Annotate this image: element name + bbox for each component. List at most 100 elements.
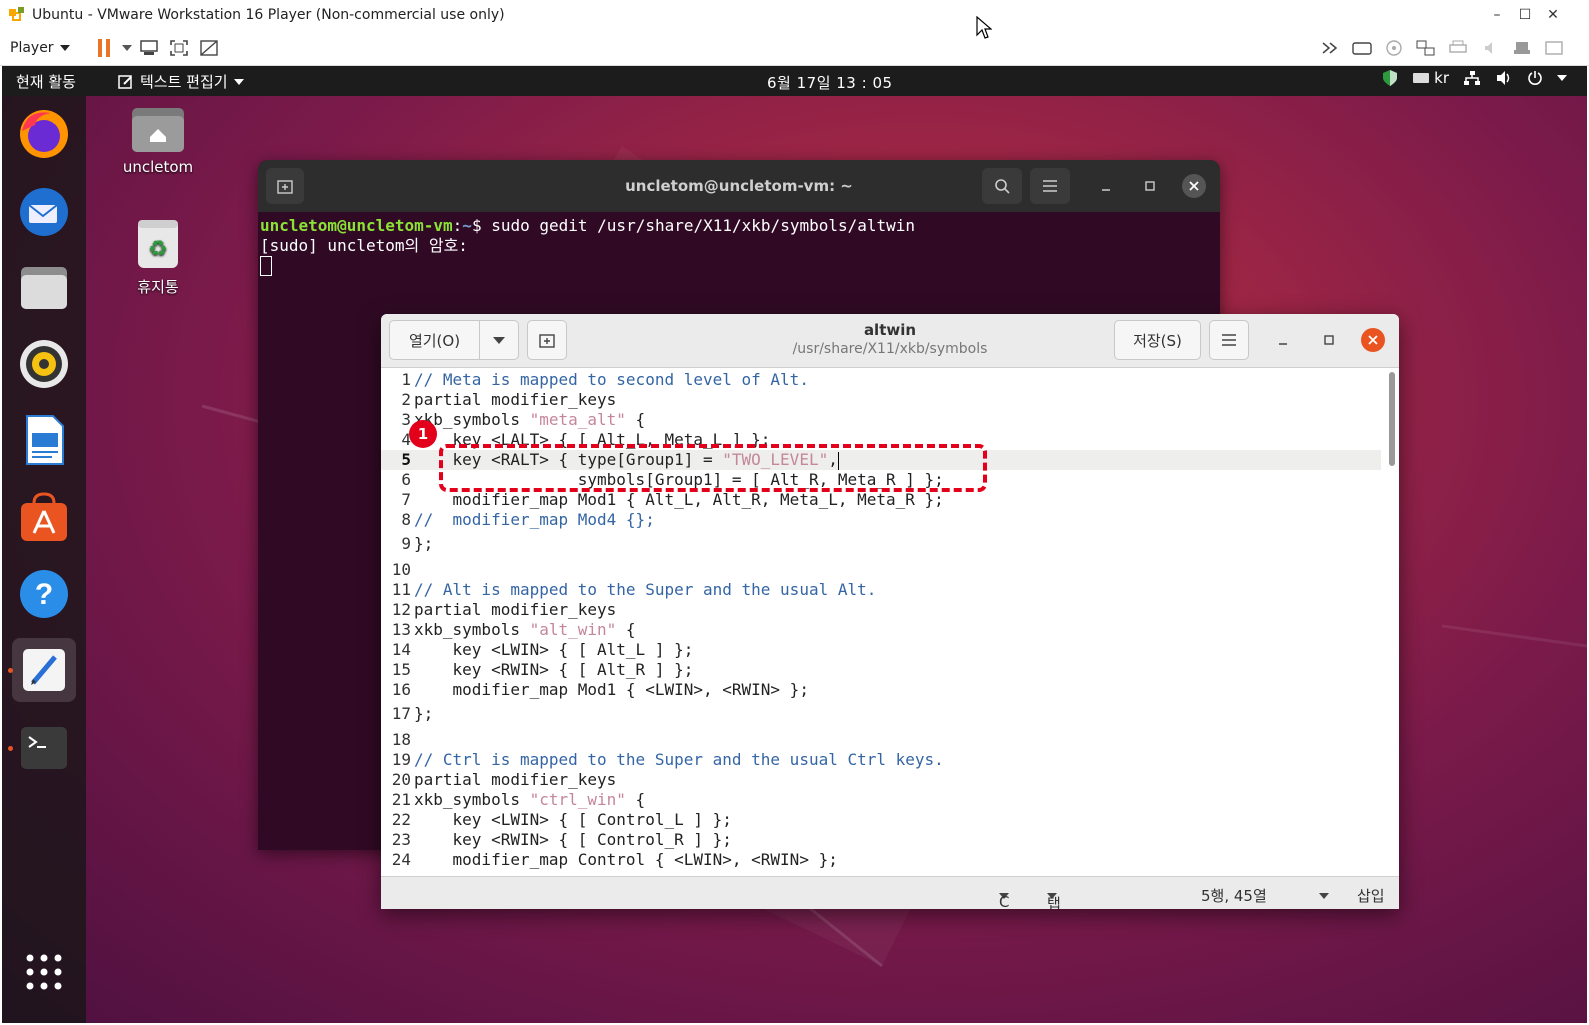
- open-dropdown-button[interactable]: [479, 320, 519, 360]
- code-line[interactable]: 16 modifier_map Mod1 { <LWIN>, <RWIN> };: [381, 680, 1381, 700]
- terminal-menu-button[interactable]: [1030, 168, 1070, 204]
- line-text: key <RALT> { type[Group1] = "TWO_LEVEL",: [411, 450, 839, 470]
- new-tab-button[interactable]: [527, 320, 567, 360]
- text-editor-launcher[interactable]: [8, 638, 76, 702]
- files-launcher[interactable]: [12, 256, 76, 320]
- system-tray[interactable]: kr: [1382, 69, 1567, 87]
- shield-icon[interactable]: [1382, 69, 1398, 87]
- code-line[interactable]: 21 xkb_symbols "ctrl_win" {: [381, 790, 1381, 810]
- gedit-close-button[interactable]: [1361, 328, 1385, 352]
- show-apps-button[interactable]: [12, 940, 76, 1004]
- clock[interactable]: 6월 17일 13 : 05: [767, 72, 893, 93]
- vmware-close-button[interactable]: ✕: [1539, 0, 1567, 30]
- chevron-down-icon[interactable]: [1557, 75, 1567, 81]
- software-launcher[interactable]: [12, 486, 76, 550]
- forward-icon[interactable]: [1315, 33, 1345, 63]
- vmware-minimize-button[interactable]: –: [1483, 0, 1511, 30]
- activities-button[interactable]: 현재 활동: [16, 71, 76, 92]
- tab-width-selector[interactable]: 탭 너비: 8: [1047, 885, 1061, 909]
- code-line[interactable]: 4 key <LALT> { [ Alt_L, Meta_L ] };: [381, 430, 1381, 450]
- save-button[interactable]: 저장(S): [1114, 320, 1201, 360]
- usb-icon[interactable]: [1507, 33, 1537, 63]
- thunderbird-launcher[interactable]: [12, 180, 76, 244]
- chevron-down-icon[interactable]: [120, 33, 134, 63]
- close-icon: [1189, 181, 1199, 191]
- desktop-trash[interactable]: ♻ 휴지통: [113, 216, 203, 297]
- help-launcher[interactable]: ?: [12, 562, 76, 626]
- terminal-minimize-button[interactable]: [1094, 174, 1118, 198]
- code-line[interactable]: 7 modifier_map Mod1 { Alt_L, Alt_R, Meta…: [381, 490, 1381, 510]
- vmware-maximize-button[interactable]: ☐: [1511, 0, 1539, 30]
- step-marker: 1: [409, 420, 437, 448]
- code-line[interactable]: 13 xkb_symbols "alt_win" {: [381, 620, 1381, 640]
- code-token: symbols[Group1] = [ Alt_R, Meta_R ] };: [414, 470, 944, 489]
- gedit-minimize-button[interactable]: [1271, 328, 1295, 352]
- code-line[interactable]: 10: [381, 560, 1381, 580]
- open-button[interactable]: 열기(O): [389, 320, 480, 360]
- editor-scrollbar[interactable]: [1389, 372, 1395, 466]
- code-line[interactable]: 6 symbols[Group1] = [ Alt_R, Meta_R ] };: [381, 470, 1381, 490]
- keyboard-layout[interactable]: kr: [1412, 69, 1449, 87]
- menu-button[interactable]: [1209, 320, 1249, 360]
- code-line[interactable]: 11// Alt is mapped to the Super and the …: [381, 580, 1381, 600]
- line-number: 20: [391, 770, 411, 789]
- code-line[interactable]: 24 modifier_map Control { <LWIN>, <RWIN>…: [381, 850, 1381, 870]
- code-line[interactable]: 8// modifier_map Mod4 {};: [381, 510, 1381, 530]
- code-editor[interactable]: 1// Meta is mapped to second level of Al…: [381, 368, 1381, 876]
- code-line[interactable]: 12 partial modifier_keys: [381, 600, 1381, 620]
- hamburger-icon: [1043, 180, 1057, 192]
- network-icon[interactable]: [1411, 33, 1441, 63]
- vm-display[interactable]: 현재 활동 텍스트 편집기 6월 17일 13 : 05 kr ? unclet…: [2, 66, 1587, 1023]
- code-line[interactable]: 22 key <LWIN> { [ Control_L ] };: [381, 810, 1381, 830]
- power-icon[interactable]: [1527, 70, 1543, 86]
- display-icon[interactable]: [1539, 33, 1569, 63]
- dock: ?: [2, 96, 86, 1023]
- sound-icon[interactable]: [1475, 33, 1505, 63]
- volume-icon[interactable]: [1495, 70, 1513, 86]
- line-number: 3: [401, 410, 411, 429]
- gedit-maximize-button[interactable]: [1317, 328, 1341, 352]
- position-dropdown[interactable]: [1319, 885, 1329, 903]
- line-number: 8: [401, 510, 411, 529]
- terminal-search-button[interactable]: [982, 168, 1022, 204]
- code-line[interactable]: 18: [381, 730, 1381, 750]
- code-line[interactable]: 1// Meta is mapped to second level of Al…: [381, 370, 1381, 390]
- writer-launcher[interactable]: [12, 408, 76, 472]
- terminal-close-button[interactable]: [1182, 174, 1206, 198]
- fullscreen-icon[interactable]: [164, 33, 194, 63]
- code-line[interactable]: 14 key <LWIN> { [ Alt_L ] };: [381, 640, 1381, 660]
- line-text: key <RWIN> { [ Alt_R ] };: [411, 660, 694, 680]
- desktop-home-folder[interactable]: uncletom: [113, 104, 203, 176]
- removable-device-icon[interactable]: [1347, 33, 1377, 63]
- pause-icon[interactable]: [90, 33, 120, 63]
- code-line[interactable]: 23 key <RWIN> { [ Control_R ] };: [381, 830, 1381, 850]
- terminal-launcher[interactable]: [8, 716, 76, 780]
- terminal-title: uncletom@uncletom-vm: ~: [625, 177, 853, 195]
- code-line[interactable]: 20 partial modifier_keys: [381, 770, 1381, 790]
- network-icon[interactable]: [1463, 70, 1481, 86]
- code-line[interactable]: 9};: [381, 534, 1381, 554]
- gedit-window[interactable]: 열기(O) altwin /usr/share/X11/xkb/symbols …: [381, 314, 1399, 909]
- code-line[interactable]: 19// Ctrl is mapped to the Super and the…: [381, 750, 1381, 770]
- cd-icon[interactable]: [1379, 33, 1409, 63]
- printer-icon[interactable]: [1443, 33, 1473, 63]
- send-ctrl-alt-del-icon[interactable]: [134, 33, 164, 63]
- player-menu[interactable]: Player: [10, 40, 70, 56]
- rhythmbox-launcher[interactable]: [12, 332, 76, 396]
- terminal-maximize-button[interactable]: [1138, 174, 1162, 198]
- vmware-window-title: Ubuntu - VMware Workstation 16 Player (N…: [32, 7, 505, 23]
- code-line[interactable]: 2 partial modifier_keys: [381, 390, 1381, 410]
- language-selector[interactable]: C: [999, 885, 1009, 909]
- line-text: key <RWIN> { [ Control_R ] };: [411, 830, 732, 850]
- keyboard-layout-label: kr: [1434, 69, 1449, 87]
- unity-icon[interactable]: [194, 33, 224, 63]
- terminal-output[interactable]: uncletom@uncletom-vm:~$ sudo gedit /usr/…: [258, 212, 1220, 280]
- app-menu[interactable]: 텍스트 편집기: [118, 71, 244, 92]
- code-line[interactable]: 15 key <RWIN> { [ Alt_R ] };: [381, 660, 1381, 680]
- code-token: key <LALT> { [ Alt_L, Meta_L ] };: [414, 430, 771, 449]
- new-tab-button[interactable]: [266, 168, 304, 204]
- firefox-launcher[interactable]: [12, 102, 76, 166]
- code-line[interactable]: 17};: [381, 704, 1381, 724]
- code-line[interactable]: 3 xkb_symbols "meta_alt" {: [381, 410, 1381, 430]
- code-line[interactable]: 5 key <RALT> { type[Group1] = "TWO_LEVEL…: [381, 450, 1381, 470]
